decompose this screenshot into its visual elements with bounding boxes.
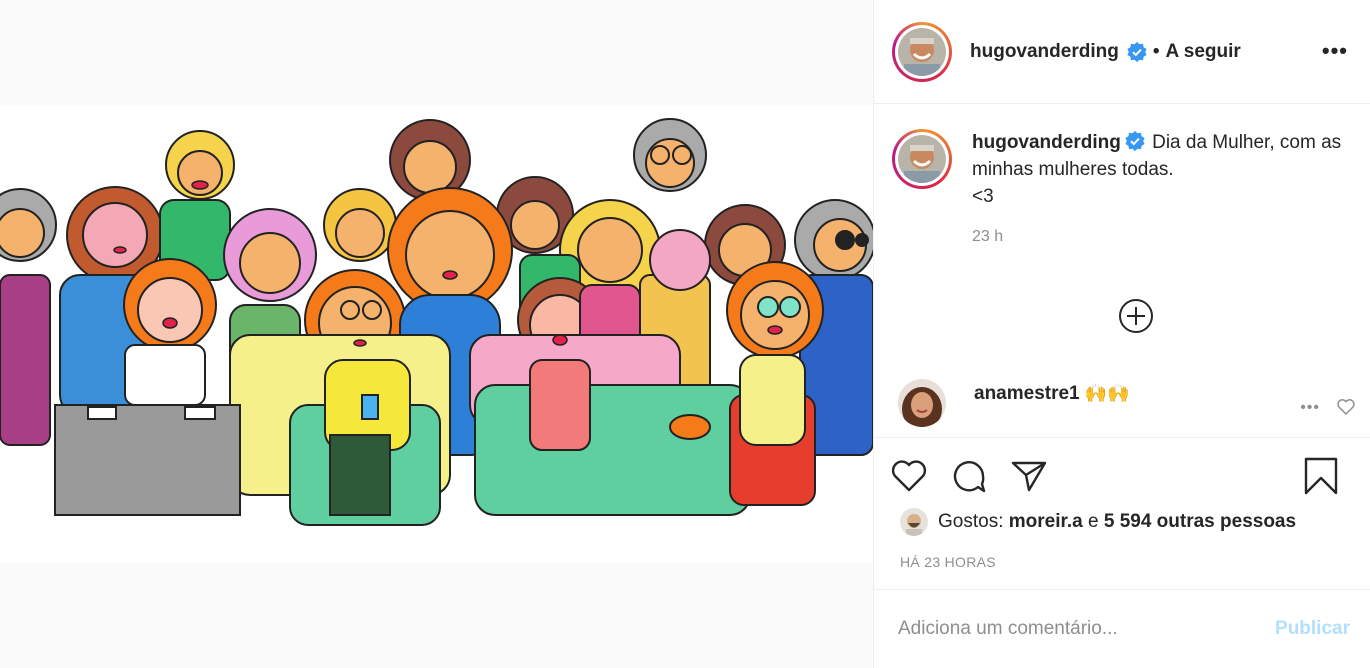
share-paper-plane-icon[interactable] bbox=[1010, 457, 1048, 495]
post-media-pane bbox=[0, 0, 873, 668]
comment-body: 🙌🙌 bbox=[1084, 383, 1130, 403]
post-actions: Gostos: moreir.a e 5 594 outras pessoas … bbox=[874, 437, 1370, 589]
publish-button[interactable]: Publicar bbox=[1275, 618, 1350, 640]
likes-join: e bbox=[1087, 511, 1099, 532]
action-icons-row bbox=[890, 438, 1354, 514]
verified-badge-icon bbox=[1125, 131, 1145, 151]
caption-text-block: hugovanderding Dia da Mulher, com as min… bbox=[972, 129, 1362, 210]
following-button[interactable]: A seguir bbox=[1165, 41, 1240, 63]
post-timestamp[interactable]: HÁ 23 HORAS bbox=[900, 554, 1354, 570]
header-author-line: hugovanderding • A seguir bbox=[970, 41, 1241, 63]
caption-username[interactable]: hugovanderding bbox=[972, 132, 1121, 153]
post-side-panel: hugovanderding • A seguir ••• hugovander… bbox=[873, 0, 1370, 668]
avatar-image bbox=[898, 135, 946, 183]
caption-timestamp: 23 h bbox=[972, 228, 1004, 245]
likes-others-link[interactable]: 5 594 outras pessoas bbox=[1104, 511, 1296, 533]
post-caption: hugovanderding Dia da Mulher, com as min… bbox=[892, 129, 1352, 246]
comments-section: hugovanderding Dia da Mulher, com as min… bbox=[874, 105, 1370, 437]
caption-author-avatar[interactable] bbox=[892, 129, 952, 189]
caption-line-2: <3 bbox=[972, 186, 994, 207]
instagram-post-view: hugovanderding • A seguir ••• hugovander… bbox=[0, 0, 1370, 668]
comment-input[interactable] bbox=[898, 618, 1276, 640]
author-username[interactable]: hugovanderding bbox=[970, 41, 1119, 63]
verified-badge-icon bbox=[1127, 41, 1147, 62]
save-bookmark-icon[interactable] bbox=[1302, 456, 1340, 496]
post-image[interactable] bbox=[0, 105, 873, 563]
likes-prefix: Gostos: bbox=[938, 511, 1004, 532]
commenter-avatar[interactable] bbox=[898, 379, 946, 427]
avatar-image bbox=[898, 27, 946, 76]
comment-bubble-icon[interactable] bbox=[950, 457, 988, 495]
post-header: hugovanderding • A seguir ••• bbox=[874, 0, 1370, 104]
more-options-icon[interactable]: ••• bbox=[1322, 38, 1348, 64]
separator-dot: • bbox=[1152, 40, 1160, 62]
liked-by-username[interactable]: moreir.a bbox=[1009, 511, 1083, 533]
comment-item: anamestre1 🙌🙌 ••• bbox=[898, 379, 1356, 427]
add-comment-bar: Publicar bbox=[874, 589, 1370, 668]
comment-like-heart-icon[interactable] bbox=[1336, 397, 1356, 417]
comment-username[interactable]: anamestre1 bbox=[974, 383, 1080, 404]
like-heart-icon[interactable] bbox=[890, 457, 928, 495]
illustration-women-group bbox=[0, 105, 873, 563]
author-avatar[interactable] bbox=[892, 21, 952, 82]
load-more-comments-icon[interactable] bbox=[1118, 298, 1154, 334]
comment-text: anamestre1 🙌🙌 bbox=[974, 383, 1130, 405]
comment-options-icon[interactable]: ••• bbox=[1300, 399, 1320, 417]
